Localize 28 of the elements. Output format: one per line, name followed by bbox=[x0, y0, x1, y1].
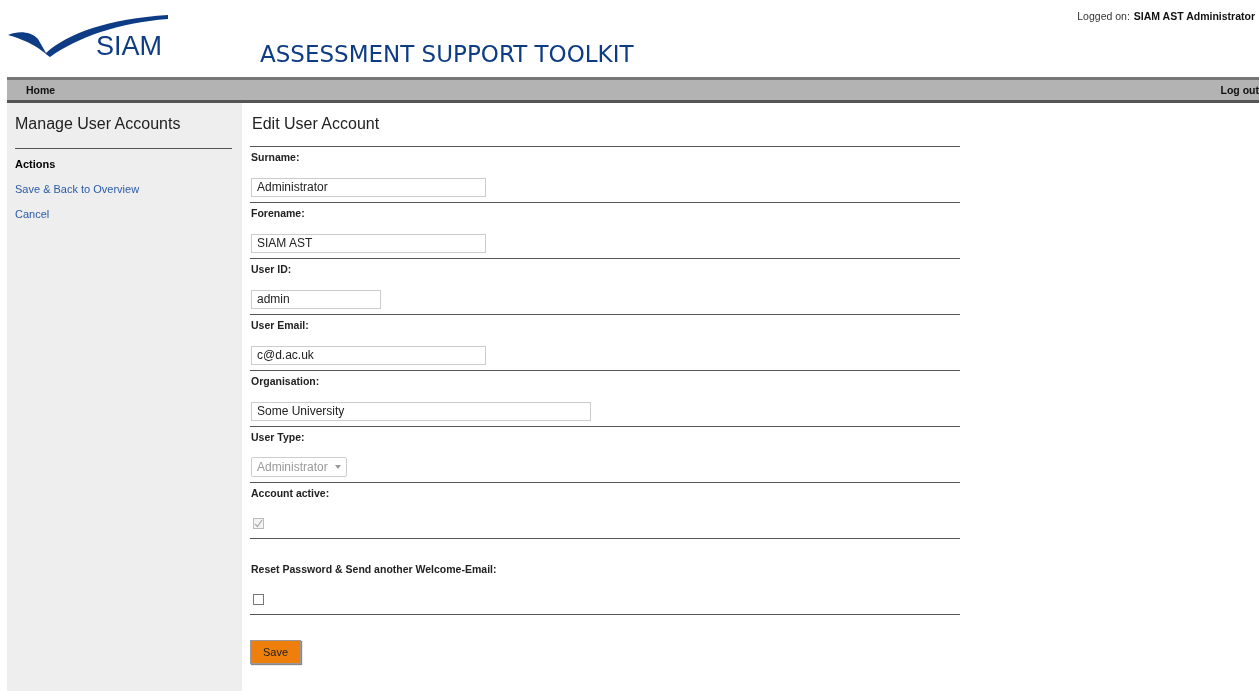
home-link[interactable]: Home bbox=[26, 84, 56, 96]
field-label: User ID: bbox=[251, 263, 293, 275]
field-label: Account active: bbox=[251, 487, 331, 499]
field-label: User Type: bbox=[251, 431, 306, 443]
text-field[interactable]: admin bbox=[251, 289, 381, 309]
logged-on-user: SIAM AST Administrator bbox=[1133, 10, 1255, 22]
text-field[interactable]: Some University bbox=[251, 401, 591, 421]
logged-on-label: Logged on: bbox=[1077, 10, 1130, 22]
text-field[interactable]: SIAM AST bbox=[251, 233, 486, 253]
field-label: User Email: bbox=[251, 319, 310, 331]
sidebar-link[interactable]: Save & Back to Overview bbox=[15, 183, 242, 195]
field-label: Organisation: bbox=[251, 375, 321, 387]
logout-link[interactable]: Log out bbox=[1220, 84, 1259, 96]
app-title: ASSESSMENT SUPPORT TOOLKIT bbox=[260, 41, 634, 67]
field-label: Forename: bbox=[251, 207, 306, 219]
swoosh-icon bbox=[8, 13, 168, 57]
sidebar-title: Manage User Accounts bbox=[15, 115, 182, 133]
checkbox[interactable] bbox=[253, 593, 264, 605]
text-field[interactable]: Administrator bbox=[251, 177, 486, 197]
logo-text: SIAM bbox=[96, 31, 162, 62]
form-title: Edit User Account bbox=[252, 115, 381, 133]
sidebar-link[interactable]: Cancel bbox=[15, 208, 242, 220]
field-label: Reset Password & Send another Welcome-Email: bbox=[251, 563, 498, 575]
field-label: Surname: bbox=[251, 151, 301, 163]
section-heading: Actions bbox=[15, 158, 57, 170]
text-field[interactable]: c@d.ac.uk bbox=[251, 345, 486, 365]
save-button[interactable]: Save bbox=[250, 640, 302, 664]
caret-icon bbox=[334, 465, 341, 469]
